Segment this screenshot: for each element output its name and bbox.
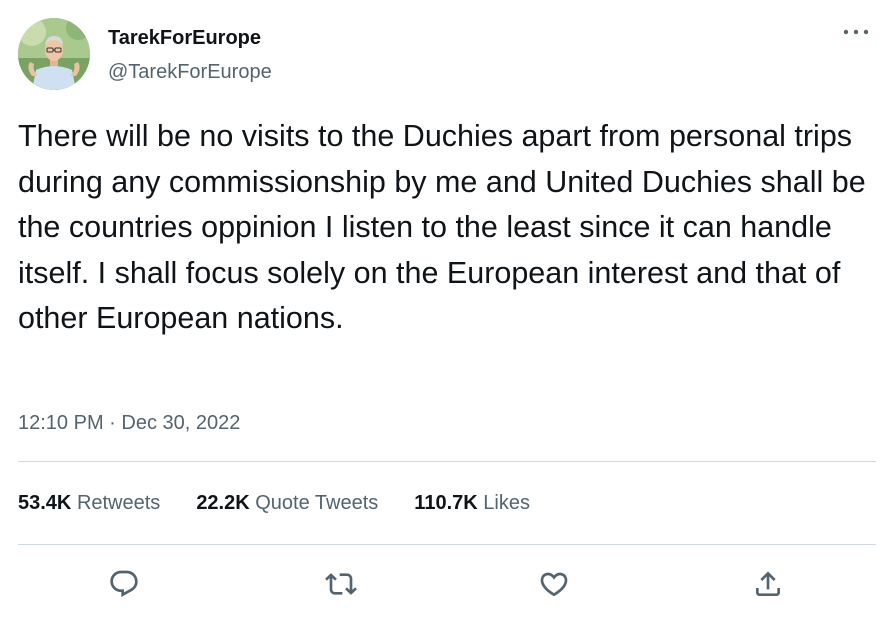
tweet-card: TarekForEurope @TarekForEurope There wil…	[0, 0, 894, 636]
like-button[interactable]	[534, 564, 574, 604]
share-icon	[756, 571, 780, 596]
divider	[18, 461, 876, 462]
retweet-icon	[325, 573, 357, 595]
display-name[interactable]: TarekForEurope	[108, 26, 272, 50]
quote-tweets-label: Quote Tweets	[255, 492, 379, 514]
quote-tweets-stat[interactable]: 22.2K Quote Tweets	[196, 490, 378, 516]
retweets-count: 53.4K	[18, 492, 72, 514]
user-handle[interactable]: @TarekForEurope	[108, 60, 272, 84]
retweet-button[interactable]	[321, 564, 361, 604]
retweets-label: Retweets	[76, 492, 161, 514]
quote-tweets-count: 22.2K	[196, 492, 250, 514]
likes-stat[interactable]: 110.7K Likes	[414, 490, 530, 516]
reply-icon	[110, 570, 138, 597]
reply-button[interactable]	[104, 564, 144, 604]
more-options-button[interactable]	[840, 20, 872, 44]
tweet-timestamp[interactable]: 12:10 PM · Dec 30, 2022	[18, 410, 240, 436]
likes-label: Likes	[483, 492, 530, 514]
tweet-stats: 53.4K Retweets 22.2K Quote Tweets 110.7K…	[18, 490, 566, 516]
retweets-stat[interactable]: 53.4K Retweets	[18, 490, 160, 516]
tweet-actions	[0, 560, 894, 606]
divider	[18, 544, 876, 545]
likes-count: 110.7K	[414, 492, 478, 514]
author-info: TarekForEurope @TarekForEurope	[108, 26, 272, 84]
heart-icon	[540, 572, 568, 597]
avatar[interactable]	[18, 18, 90, 90]
avatar-image	[18, 18, 90, 90]
share-button[interactable]	[748, 564, 788, 604]
more-horizontal-icon	[843, 29, 869, 35]
tweet-text: There will be no visits to the Duchies a…	[18, 119, 875, 335]
